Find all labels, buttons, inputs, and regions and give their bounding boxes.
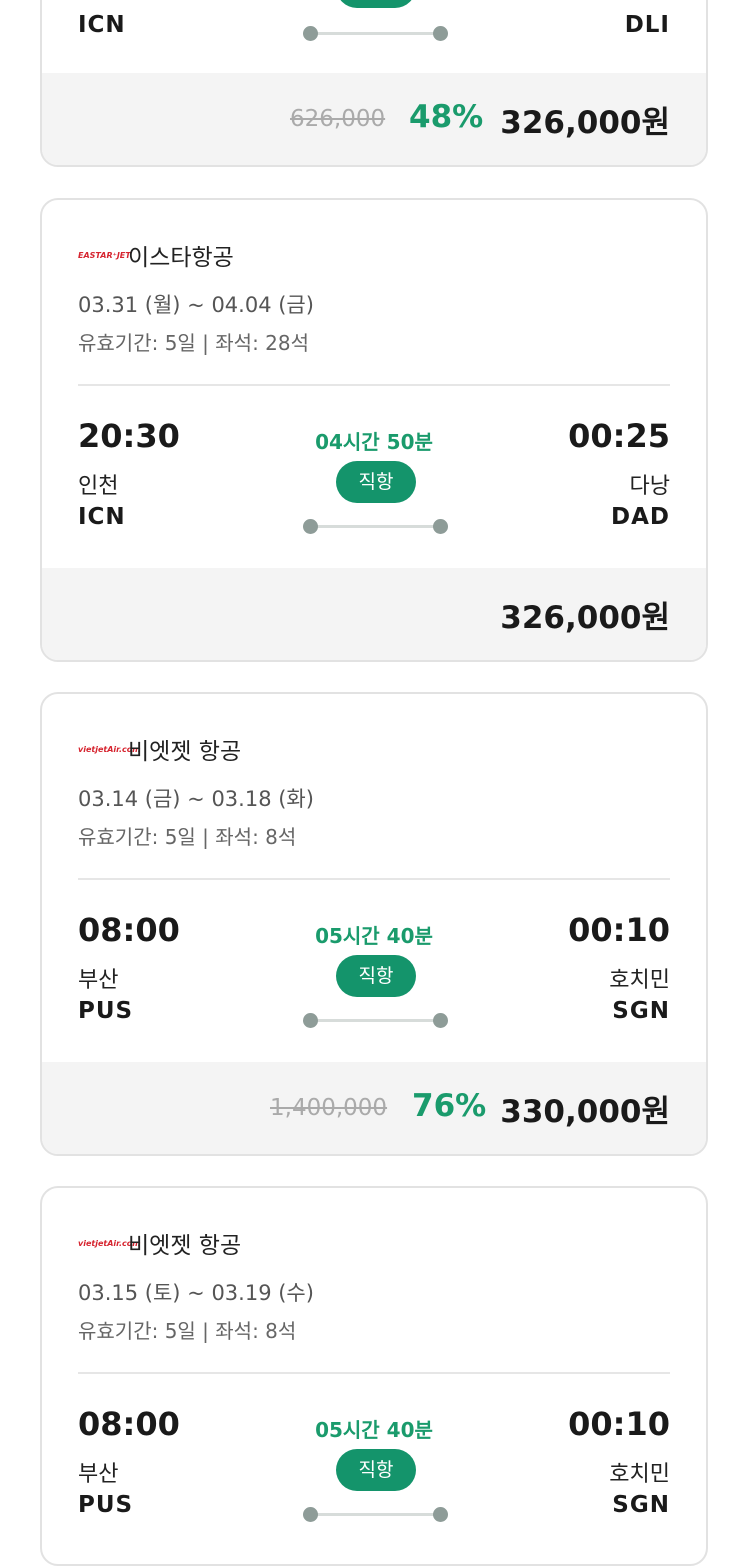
- direct-badge: 직항: [336, 1449, 416, 1491]
- destination-city: 호치민: [609, 968, 670, 993]
- origin-dot: [303, 1507, 318, 1522]
- origin-code: PUS: [78, 1492, 134, 1518]
- flight-card[interactable]: vietjetAir.com 비엣젯 항공 03.15 (토) ~ 03.19 …: [40, 1186, 708, 1566]
- discount-rate: 48%: [409, 99, 484, 135]
- travel-dates: 03.31 (월) ~ 04.04 (금): [78, 293, 314, 317]
- direct-badge: 직항: [336, 461, 416, 503]
- destination-dot: [433, 1507, 448, 1522]
- flight-card[interactable]: vietjetAir.com 비엣젯 항공 03.14 (금) ~ 03.18 …: [40, 692, 708, 1156]
- route-line: [310, 525, 440, 528]
- airline-row: vietjetAir.com 비엣젯 항공: [78, 732, 241, 766]
- discount-rate: 76%: [412, 1088, 487, 1124]
- flight-card[interactable]: EASTAR⁺JET 이스타항공 03.31 (월) ~ 04.04 (금) 유…: [40, 198, 708, 662]
- original-price: 1,400,000: [270, 1095, 388, 1121]
- airline-logo: vietjetAir.com: [78, 1238, 141, 1248]
- flight-card[interactable]: ICN DLI 626,000 48% 326,000원: [40, 0, 708, 167]
- destination-dot: [433, 1013, 448, 1028]
- flight-duration: 05시간 40분: [315, 1418, 433, 1442]
- destination-dot: [433, 26, 448, 41]
- origin-dot: [303, 1013, 318, 1028]
- airline-name: 비엣젯 항공: [128, 739, 242, 765]
- airline-logo: EASTAR⁺JET: [78, 250, 131, 260]
- origin-code: ICN: [78, 12, 126, 38]
- destination-code: DLI: [624, 12, 670, 38]
- price-bar: 1,400,000 76% 330,000원: [42, 1062, 706, 1154]
- price-bar: 326,000원: [42, 568, 706, 660]
- direct-badge: [336, 0, 416, 8]
- origin-city: 부산: [78, 1462, 119, 1487]
- origin-code: PUS: [78, 998, 134, 1024]
- route-line: [310, 1019, 440, 1022]
- sale-price: 330,000원: [500, 1094, 670, 1130]
- travel-dates: 03.14 (금) ~ 03.18 (화): [78, 787, 314, 811]
- origin-dot: [303, 519, 318, 534]
- flight-duration: 05시간 40분: [315, 924, 433, 948]
- airline-row: EASTAR⁺JET 이스타항공: [78, 238, 234, 272]
- route-line: [310, 32, 440, 35]
- direct-badge: 직항: [336, 955, 416, 997]
- flight-duration: 04시간 50분: [315, 430, 433, 454]
- origin-city: 부산: [78, 968, 119, 993]
- original-price: 626,000: [290, 106, 386, 132]
- destination-city: 다낭: [629, 474, 670, 499]
- airline-logo: vietjetAir.com: [78, 744, 141, 754]
- divider: [78, 384, 670, 386]
- destination-code: SGN: [612, 1492, 670, 1518]
- sale-price: 326,000원: [500, 600, 670, 636]
- origin-dot: [303, 26, 318, 41]
- origin-code: ICN: [78, 504, 126, 530]
- divider: [78, 878, 670, 880]
- airline-name: 비엣젯 항공: [128, 1233, 242, 1259]
- validity-seats: 유효기간: 5일 | 좌석: 8석: [78, 1319, 297, 1343]
- divider: [78, 1372, 670, 1374]
- sale-price: 326,000원: [500, 105, 670, 141]
- destination-code: SGN: [612, 998, 670, 1024]
- destination-dot: [433, 519, 448, 534]
- route-line: [310, 1513, 440, 1516]
- validity-seats: 유효기간: 5일 | 좌석: 8석: [78, 825, 297, 849]
- validity-seats: 유효기간: 5일 | 좌석: 28석: [78, 331, 310, 355]
- airline-name: 이스타항공: [128, 245, 234, 271]
- destination-code: DAD: [611, 504, 670, 530]
- travel-dates: 03.15 (토) ~ 03.19 (수): [78, 1281, 314, 1305]
- airline-row: vietjetAir.com 비엣젯 항공: [78, 1226, 241, 1260]
- price-bar: 626,000 48% 326,000원: [42, 73, 706, 165]
- destination-city: 호치민: [609, 1462, 670, 1487]
- origin-city: 인천: [78, 474, 119, 499]
